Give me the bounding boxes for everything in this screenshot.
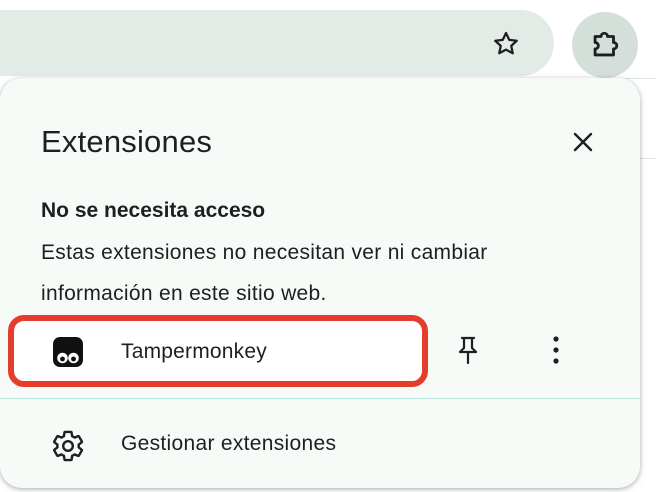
extension-name: Tampermonkey — [121, 340, 267, 363]
star-outline-icon — [494, 31, 518, 55]
puzzle-piece-icon — [593, 31, 619, 57]
manage-extensions-button[interactable]: Gestionar extensiones — [0, 414, 640, 474]
close-icon — [573, 132, 593, 152]
section-heading: No se necesita acceso — [41, 199, 266, 222]
extensions-toolbar-button[interactable] — [572, 12, 638, 78]
toolbar-divider — [626, 78, 656, 79]
extension-row-tampermonkey[interactable]: Tampermonkey — [0, 304, 640, 388]
pin-icon — [458, 336, 478, 365]
manage-extensions-label: Gestionar extensiones — [121, 432, 337, 455]
tampermonkey-icon — [53, 337, 83, 367]
more-options-button[interactable] — [534, 328, 578, 372]
more-vert-icon — [553, 336, 559, 364]
popup-title: Extensiones — [41, 124, 213, 159]
extensions-popup: Extensiones No se necesita acceso Estas … — [0, 78, 640, 488]
close-button[interactable] — [563, 122, 603, 162]
divider — [0, 398, 640, 399]
section-description: Estas extensiones no necesitan ver ni ca… — [41, 241, 488, 305]
address-bar[interactable] — [0, 10, 554, 76]
gear-icon — [53, 430, 84, 462]
pin-button[interactable] — [446, 328, 490, 372]
bookmark-star-button[interactable] — [484, 22, 528, 66]
